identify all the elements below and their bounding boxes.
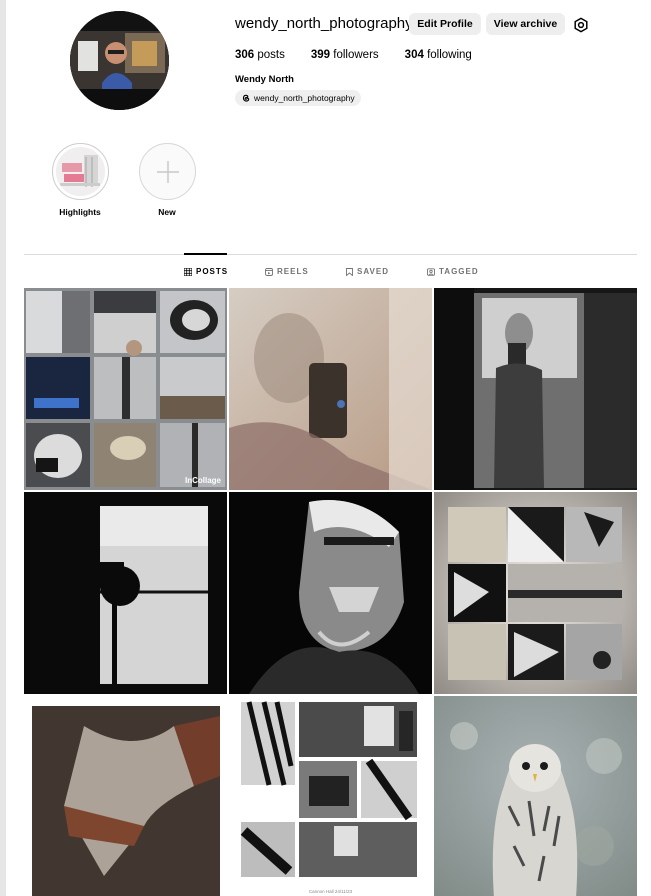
reels-icon [265, 267, 273, 276]
post-thumbnail[interactable] [434, 492, 637, 694]
settings-gear-icon[interactable] [570, 14, 592, 36]
edit-profile-button[interactable]: Edit Profile [409, 13, 481, 35]
posts-stat[interactable]: 306 posts [235, 49, 285, 61]
profile-avatar[interactable] [70, 11, 169, 110]
tab-saved[interactable]: SAVED [346, 267, 389, 276]
post-caption: Cannon Hall 24/11/23 [308, 889, 353, 894]
following-count: 304 [404, 49, 424, 61]
tab-tagged[interactable]: TAGGED [427, 267, 479, 276]
tab-posts[interactable]: POSTS [184, 267, 228, 276]
posts-label: posts [257, 49, 285, 61]
post-thumbnail[interactable] [434, 288, 637, 490]
posts-grid: InCollage Cannon Hall 24/11/23 [24, 288, 637, 896]
post-thumbnail[interactable] [229, 288, 432, 490]
tab-saved-label: SAVED [357, 267, 389, 276]
plus-icon [156, 160, 179, 183]
post-thumbnail[interactable] [229, 492, 432, 694]
post-thumbnail[interactable] [24, 696, 227, 896]
bookmark-icon [346, 267, 353, 276]
post-thumbnail[interactable]: InCollage [24, 288, 227, 490]
highlight-circle[interactable] [52, 143, 109, 200]
profile-full-name: Wendy North [235, 74, 294, 85]
posts-count: 306 [235, 49, 255, 61]
followers-count: 399 [310, 49, 331, 61]
tab-tagged-label: TAGGED [439, 267, 479, 276]
followers-stat[interactable]: 399 followers [311, 49, 379, 61]
tab-reels[interactable]: REELS [265, 267, 309, 276]
view-archive-button[interactable]: View archive [486, 13, 565, 35]
post-thumbnail[interactable]: Cannon Hall 24/11/23 [229, 696, 432, 896]
profile-stats: 306 posts 399 followers 304 following [235, 49, 472, 61]
grid-icon [184, 267, 192, 276]
collage-watermark: InCollage [184, 476, 221, 485]
followers-label: followers [333, 49, 379, 61]
threads-handle: wendy_north_photography [254, 93, 355, 103]
highlight-label: Highlights [59, 207, 101, 217]
new-highlight-button[interactable] [139, 143, 196, 200]
profile-panel: wendy_north_photography Edit Profile Vie… [6, 0, 651, 896]
tabs-divider [24, 254, 637, 255]
highlight-thumbnail [56, 147, 105, 196]
post-thumbnail[interactable] [434, 696, 637, 896]
profile-username: wendy_north_photography [235, 15, 413, 32]
threads-icon [242, 94, 250, 102]
active-tab-indicator [184, 253, 227, 255]
following-stat[interactable]: 304 following [405, 49, 472, 61]
following-label: following [427, 49, 472, 61]
tab-posts-label: POSTS [196, 267, 229, 276]
tag-icon [427, 267, 435, 276]
new-highlight-label: New [158, 207, 176, 217]
threads-badge[interactable]: wendy_north_photography [235, 90, 361, 106]
post-thumbnail[interactable] [24, 492, 227, 694]
tab-reels-label: REELS [277, 267, 309, 276]
